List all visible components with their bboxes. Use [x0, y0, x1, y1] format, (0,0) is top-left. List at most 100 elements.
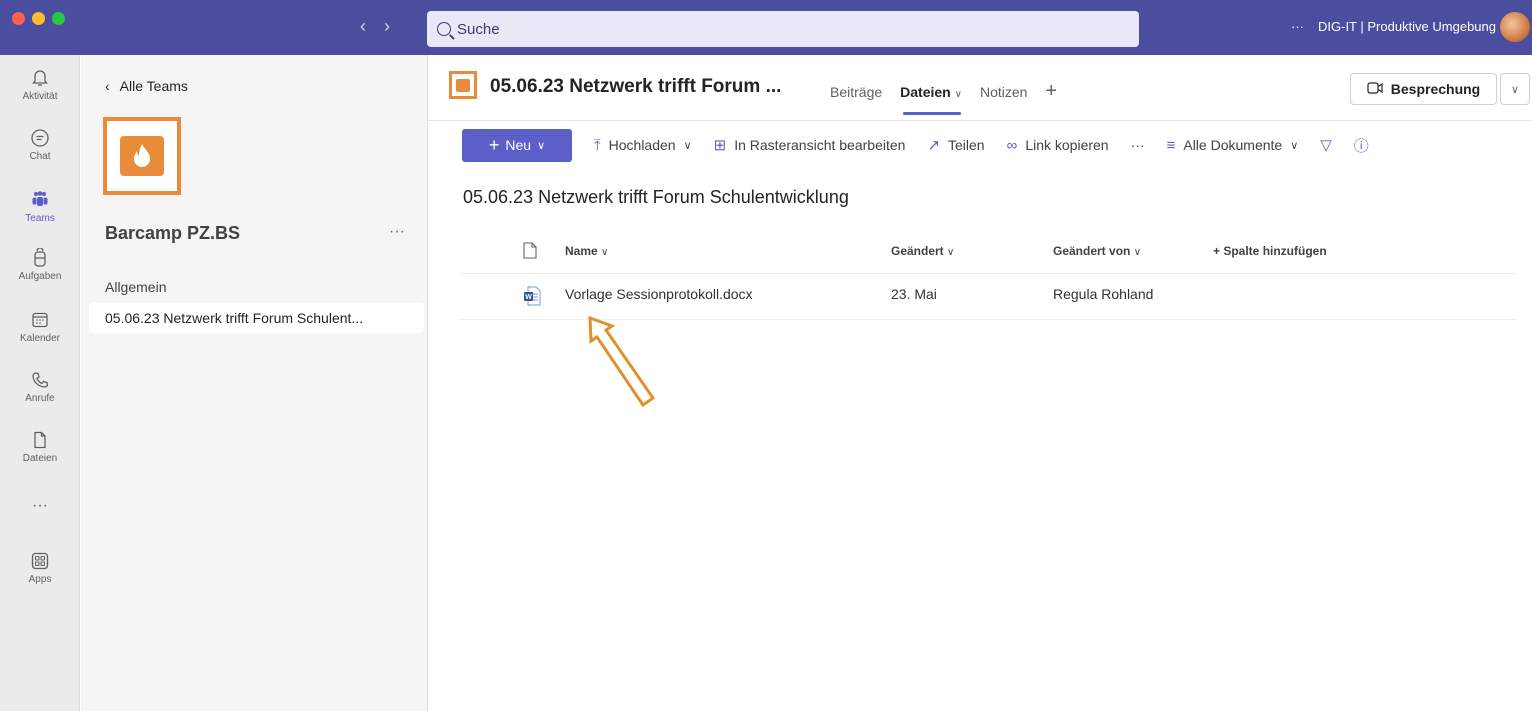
channel-tabs: Beiträge Dateien ∨ Notizen +	[830, 80, 1057, 103]
share-button[interactable]: ↗ Teilen	[927, 136, 984, 154]
view-selector[interactable]: ≡ Alle Dokumente ∨	[1167, 137, 1299, 154]
rail-label: Kalender	[19, 333, 61, 344]
file-name-link[interactable]: Vorlage Sessionprotokoll.docx	[565, 286, 753, 302]
info-button[interactable]: ⓘ	[1354, 135, 1369, 156]
upload-label: Hochladen	[608, 137, 676, 153]
team-panel: ‹ Alle Teams Barcamp PZ.BS ··· Allgemein…	[81, 55, 428, 711]
active-tab-indicator	[903, 112, 961, 115]
chevron-down-icon: ∨	[954, 88, 962, 100]
tab-notizen[interactable]: Notizen	[980, 84, 1027, 100]
column-modified[interactable]: Geändert ∨	[891, 244, 954, 258]
tab-beitraege[interactable]: Beiträge	[830, 84, 882, 100]
rail-item-kalender[interactable]: Kalender	[0, 309, 80, 344]
rail-item-aktivitaet[interactable]: Aktivität	[0, 67, 80, 102]
tab-dateien-label: Dateien	[900, 83, 951, 100]
fire-icon	[456, 78, 470, 92]
new-button[interactable]: + Neu ∨	[462, 128, 572, 162]
link-icon: ∞	[1006, 136, 1018, 154]
chevron-left-icon: ‹	[105, 78, 110, 94]
close-window-button[interactable]	[12, 12, 25, 25]
rail-more-button[interactable]: ···	[0, 497, 80, 515]
meeting-button[interactable]: Besprechung	[1350, 73, 1497, 105]
rail-label: Aktivität	[22, 91, 58, 102]
rail-item-chat[interactable]: Chat	[0, 127, 80, 162]
video-camera-icon	[1367, 81, 1383, 97]
column-name[interactable]: Name ∨	[565, 244, 608, 258]
rail-item-teams[interactable]: Teams	[0, 189, 80, 224]
channel-item-allgemein[interactable]: Allgemein	[105, 279, 166, 295]
rail-label: Chat	[29, 151, 51, 162]
rail-item-dateien[interactable]: Dateien	[0, 429, 80, 464]
rail-label: Apps	[28, 574, 52, 585]
add-column-button[interactable]: + Spalte hinzufügen	[1213, 244, 1327, 258]
upload-button[interactable]: ⤒ Hochladen ∨	[594, 137, 692, 154]
file-icon	[29, 429, 51, 451]
minimize-window-button[interactable]	[32, 12, 45, 25]
team-name: Barcamp PZ.BS	[105, 223, 241, 243]
list-icon: ≡	[1166, 136, 1176, 154]
file-modified-by: Regula Rohland	[1053, 286, 1154, 302]
filter-icon: ▽	[1320, 137, 1332, 154]
search-input[interactable]: Suche	[427, 11, 1139, 47]
more-options-icon[interactable]: ···	[1291, 19, 1304, 34]
chevron-down-icon: ∨	[1510, 83, 1520, 96]
chevron-down-icon: ∨	[1290, 139, 1299, 152]
grid-label: In Rasteransicht bearbeiten	[734, 137, 906, 153]
new-label: Neu	[505, 137, 532, 153]
channel-logo	[449, 71, 477, 99]
org-name: DIG-IT | Produktive Umgebung	[1318, 19, 1496, 34]
rail-label: Anrufe	[25, 393, 55, 404]
info-icon: ⓘ	[1353, 137, 1369, 155]
avatar[interactable]	[1500, 12, 1530, 42]
more-commands-button[interactable]: ···	[1131, 137, 1145, 153]
copy-link-label: Link kopieren	[1025, 137, 1109, 153]
plus-icon: +	[488, 134, 500, 155]
svg-text:W: W	[525, 294, 532, 301]
team-logo	[103, 117, 181, 195]
rail-label: Dateien	[22, 453, 58, 464]
channel-item-selected[interactable]: 05.06.23 Netzwerk trifft Forum Schulent.…	[89, 303, 424, 333]
team-more-button[interactable]: ···	[389, 223, 405, 241]
channel-title: 05.06.23 Netzwerk trifft Forum ...	[490, 76, 782, 97]
more-icon: ···	[32, 497, 48, 514]
chevron-down-icon: ∨	[947, 247, 955, 258]
chevron-down-icon: ∨	[537, 139, 546, 152]
teams-icon	[29, 189, 51, 211]
tab-dateien[interactable]: Dateien ∨	[900, 84, 962, 100]
rail-label: Teams	[25, 213, 55, 224]
title-bar: ‹ › Suche ··· DIG-IT | Produktive Umgebu…	[0, 0, 1532, 55]
rail-item-anrufe[interactable]: Anrufe	[0, 369, 80, 404]
rail-label: Aufgaben	[18, 271, 62, 282]
tasks-icon	[29, 247, 51, 269]
column-modified-by[interactable]: Geändert von ∨	[1053, 244, 1141, 258]
file-modified: 23. Mai	[891, 286, 937, 302]
filter-button[interactable]: ▽	[1320, 136, 1332, 154]
chevron-down-icon: ∨	[1133, 247, 1142, 258]
table-header: Name ∨ Geändert ∨ Geändert von ∨ + Spalt…	[461, 230, 1516, 274]
copy-link-button[interactable]: ∞ Link kopieren	[1007, 137, 1109, 154]
search-icon	[437, 22, 451, 36]
meeting-label: Besprechung	[1390, 81, 1481, 97]
upload-icon: ⤒	[594, 136, 601, 154]
forward-arrow-icon[interactable]: ›	[384, 16, 390, 37]
chevron-down-icon: ∨	[601, 247, 609, 258]
history-nav: ‹ ›	[360, 16, 390, 37]
org-switcher[interactable]: ··· DIG-IT | Produktive Umgebung	[1291, 19, 1496, 34]
chevron-down-icon: ∨	[683, 139, 692, 152]
search-placeholder: Suche	[457, 20, 500, 38]
back-label: Alle Teams	[119, 78, 188, 94]
add-tab-button[interactable]: +	[1045, 80, 1057, 103]
rail-item-apps[interactable]: Apps	[0, 550, 80, 585]
zoom-window-button[interactable]	[52, 12, 65, 25]
share-label: Teilen	[948, 137, 985, 153]
back-to-teams-link[interactable]: ‹ Alle Teams	[105, 78, 188, 94]
header-divider	[428, 120, 1532, 121]
meeting-dropdown-button[interactable]: ∨	[1500, 73, 1530, 105]
back-arrow-icon[interactable]: ‹	[360, 16, 366, 37]
grid-view-button[interactable]: ⊞ In Rasteransicht bearbeiten	[714, 136, 906, 154]
share-icon: ↗	[927, 137, 941, 154]
apps-icon	[29, 550, 51, 572]
view-label: Alle Dokumente	[1183, 137, 1283, 153]
rail-item-aufgaben[interactable]: Aufgaben	[0, 247, 80, 282]
grid-icon: ⊞	[713, 137, 727, 154]
